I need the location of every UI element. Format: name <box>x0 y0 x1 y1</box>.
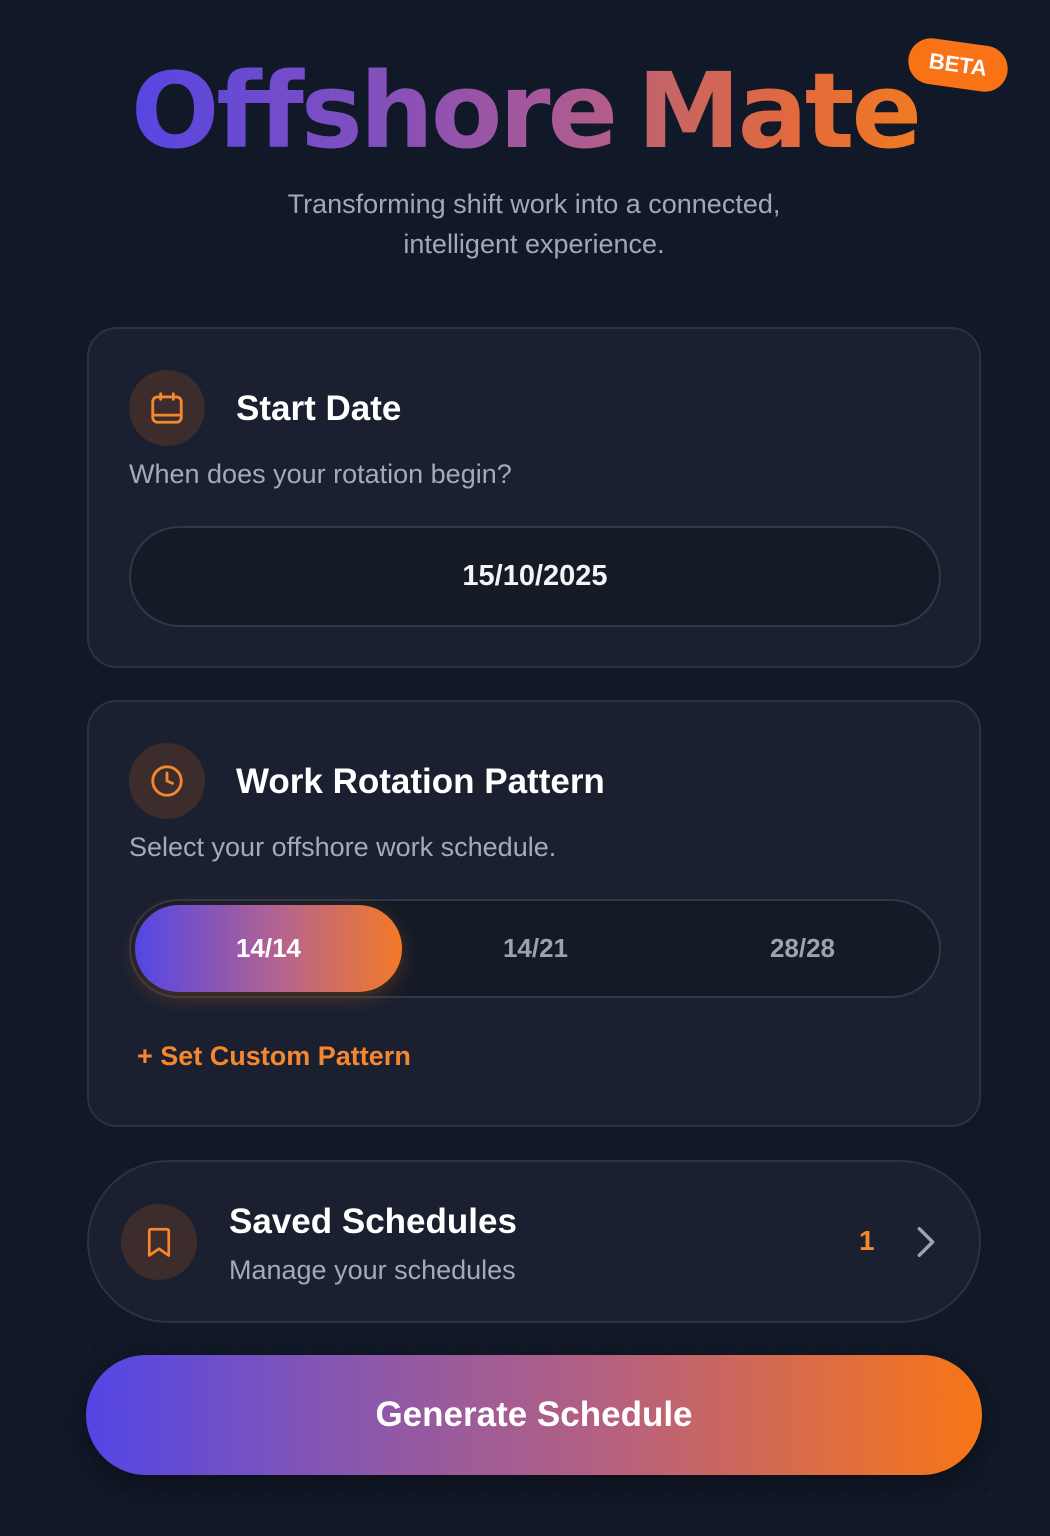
pattern-option-14-21[interactable]: 14/21 <box>402 905 669 992</box>
tagline-line-2: intelligent experience. <box>403 229 665 259</box>
clock-icon <box>129 743 205 819</box>
start-date-input[interactable]: 15/10/2025 <box>129 526 941 627</box>
calendar-icon <box>129 370 205 446</box>
pattern-option-28-28[interactable]: 28/28 <box>669 905 936 992</box>
work-rotation-card: Work Rotation Pattern Select your offsho… <box>87 700 981 1127</box>
app-header: Offshore Mate BETA Transforming shift wor… <box>0 0 1050 300</box>
pattern-option-14-14[interactable]: 14/14 <box>135 905 402 992</box>
logo-word-mate: Mate <box>637 50 922 172</box>
rotation-subtitle: Select your offshore work schedule. <box>129 832 557 862</box>
set-custom-pattern-link[interactable]: + Set Custom Pattern <box>137 1039 411 1073</box>
start-date-subtitle: When does your rotation begin? <box>129 459 512 489</box>
saved-count-badge: 1 <box>859 1225 875 1256</box>
generate-schedule-button[interactable]: Generate Schedule <box>86 1355 982 1475</box>
chevron-right-icon <box>911 1223 939 1266</box>
saved-schedules-subtitle: Manage your schedules <box>229 1255 516 1285</box>
rotation-pattern-selector: 14/14 14/21 28/28 <box>129 899 941 998</box>
rotation-title: Work Rotation Pattern <box>236 762 605 801</box>
bookmark-icon <box>121 1204 197 1280</box>
start-date-card: Start Date When does your rotation begin… <box>87 327 981 668</box>
app-logo: Offshore Mate <box>0 52 1050 170</box>
logo-word-offshore: Offshore <box>130 50 618 172</box>
tagline-line-1: Transforming shift work into a connected… <box>287 189 781 219</box>
saved-schedules-title: Saved Schedules <box>229 1202 517 1241</box>
tagline: Transforming shift work into a connected… <box>0 184 1050 264</box>
start-date-title: Start Date <box>236 389 402 428</box>
saved-schedules-row[interactable]: Saved Schedules Manage your schedules 1 <box>87 1160 981 1323</box>
